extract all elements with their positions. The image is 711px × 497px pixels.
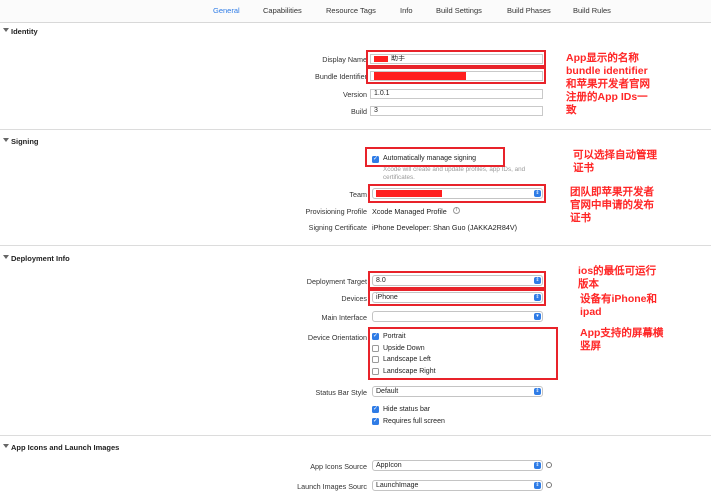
deployment-section-title: Deployment Info bbox=[11, 254, 70, 263]
highlight-orientation bbox=[368, 327, 558, 380]
go-to-arrow-icon[interactable] bbox=[546, 462, 552, 468]
disclosure-triangle-icon[interactable] bbox=[3, 138, 9, 142]
info-icon[interactable]: i bbox=[453, 207, 460, 214]
display-name-label: Display Name bbox=[322, 55, 367, 64]
annotation-line: bundle identifier bbox=[566, 65, 648, 77]
status-bar-style-label: Status Bar Style bbox=[315, 388, 367, 397]
annotation-deployment-target: ios的最低可运行 版本 bbox=[578, 265, 656, 291]
highlight-devices bbox=[368, 289, 546, 306]
disclosure-triangle-icon[interactable] bbox=[3, 255, 9, 259]
annotation-line: 竖屏 bbox=[580, 340, 601, 352]
annotation-line: ipad bbox=[580, 306, 602, 318]
tab-bar: General Capabilities Resource Tags Info … bbox=[0, 0, 711, 23]
signing-certificate-label: Signing Certificate bbox=[308, 223, 367, 232]
hide-status-bar-checkbox[interactable]: ✓ bbox=[372, 406, 379, 413]
highlight-deployment-target bbox=[368, 271, 546, 289]
launch-images-source-label: Launch Images Sourc bbox=[297, 482, 367, 491]
identity-section-header[interactable]: Identity bbox=[0, 24, 711, 40]
annotation-line: App显示的名称 bbox=[566, 52, 639, 64]
annotation-line: 致 bbox=[566, 104, 577, 116]
signing-section-header[interactable]: Signing bbox=[0, 134, 711, 150]
updown-arrows-icon: ⇕ bbox=[534, 462, 541, 469]
tab-general[interactable]: General bbox=[213, 6, 240, 15]
provisioning-profile-value: Xcode Managed Profile bbox=[372, 207, 447, 216]
app-icons-section-title: App Icons and Launch Images bbox=[11, 443, 120, 452]
signing-certificate-value: iPhone Developer: Shan Guo (JAKKA2R84V) bbox=[372, 223, 518, 232]
highlight-display-name bbox=[366, 50, 546, 67]
app-icons-source-value: AppIcon bbox=[376, 462, 402, 469]
auto-manage-hint: Xcode will create and update profiles, a… bbox=[383, 166, 526, 173]
annotation-signing: 可以选择自动管理 证书 bbox=[573, 149, 657, 175]
identity-section-title: Identity bbox=[11, 27, 38, 36]
highlight-team bbox=[368, 184, 546, 203]
status-bar-style-value: Default bbox=[376, 388, 399, 395]
highlight-auto-manage bbox=[365, 147, 505, 167]
build-label: Build bbox=[351, 107, 367, 116]
launch-images-source-popup[interactable]: LaunchImage ⇕ bbox=[372, 480, 543, 491]
status-bar-style-popup[interactable]: Default ⇕ bbox=[372, 386, 543, 397]
disclosure-triangle-icon[interactable] bbox=[3, 444, 9, 448]
tab-resource-tags[interactable]: Resource Tags bbox=[326, 6, 376, 15]
hide-status-bar-label: Hide status bar bbox=[383, 406, 431, 413]
launch-images-source-value: LaunchImage bbox=[376, 482, 419, 489]
bundle-identifier-label: Bundle Identifier bbox=[315, 72, 367, 81]
device-orientation-label: Device Orientation bbox=[307, 333, 367, 342]
deployment-target-label: Deployment Target bbox=[306, 277, 367, 286]
requires-full-screen-checkbox[interactable]: ✓ bbox=[372, 418, 379, 425]
annotation-line: ios的最低可运行 bbox=[578, 265, 657, 277]
main-interface-combo[interactable]: ▾ bbox=[372, 311, 543, 322]
go-to-arrow-icon[interactable] bbox=[546, 482, 552, 488]
section-divider bbox=[0, 245, 711, 246]
tab-capabilities[interactable]: Capabilities bbox=[263, 6, 302, 15]
disclosure-triangle-icon[interactable] bbox=[3, 28, 9, 32]
app-icons-source-label: App Icons Source bbox=[310, 462, 367, 471]
tab-build-rules[interactable]: Build Rules bbox=[573, 6, 611, 15]
auto-manage-hint: certificates. bbox=[383, 174, 415, 181]
tab-build-settings[interactable]: Build Settings bbox=[436, 6, 482, 15]
annotation-line: 证书 bbox=[570, 212, 591, 224]
annotation-line: 可以选择自动管理 bbox=[573, 149, 657, 161]
tab-info[interactable]: Info bbox=[400, 6, 413, 15]
annotation-line: App支持的屏幕横 bbox=[580, 327, 664, 339]
app-icons-section-header[interactable]: App Icons and Launch Images bbox=[0, 440, 711, 456]
annotation-line: 版本 bbox=[578, 278, 599, 290]
annotation-identity: App显示的名称 bundle identifier 和苹果开发者官网 注册的A… bbox=[566, 52, 650, 117]
build-field[interactable]: 3 bbox=[370, 106, 543, 116]
annotation-line: 注册的App IDs一 bbox=[566, 91, 648, 103]
annotation-orientation: App支持的屏幕横 竖屏 bbox=[580, 327, 663, 353]
section-divider bbox=[0, 435, 711, 436]
provisioning-profile-label: Provisioning Profile bbox=[305, 207, 367, 216]
annotation-line: 团队即苹果开发者 bbox=[570, 186, 654, 198]
main-interface-label: Main Interface bbox=[321, 313, 367, 322]
chevron-down-icon: ▾ bbox=[534, 313, 541, 320]
devices-label: Devices bbox=[341, 294, 367, 303]
signing-section-title: Signing bbox=[11, 137, 39, 146]
annotation-team: 团队即苹果开发者 官网中申请的发布 证书 bbox=[570, 186, 654, 225]
annotation-line: 证书 bbox=[573, 162, 594, 174]
updown-arrows-icon: ⇕ bbox=[534, 482, 541, 489]
app-icons-source-popup[interactable]: AppIcon ⇕ bbox=[372, 460, 543, 471]
annotation-line: 官网中申请的发布 bbox=[570, 199, 654, 211]
version-label: Version bbox=[343, 90, 367, 99]
section-divider bbox=[0, 129, 711, 130]
tab-build-phases[interactable]: Build Phases bbox=[507, 6, 551, 15]
updown-arrows-icon: ⇕ bbox=[534, 388, 541, 395]
version-field[interactable]: 1.0.1 bbox=[370, 89, 543, 99]
team-label: Team bbox=[349, 190, 367, 199]
annotation-devices: 设备有iPhone和 ipad bbox=[580, 293, 657, 319]
annotation-line: 设备有iPhone和 bbox=[580, 293, 658, 305]
requires-full-screen-label: Requires full screen bbox=[383, 418, 445, 425]
annotation-line: 和苹果开发者官网 bbox=[566, 78, 650, 90]
highlight-bundle-identifier bbox=[366, 67, 546, 84]
